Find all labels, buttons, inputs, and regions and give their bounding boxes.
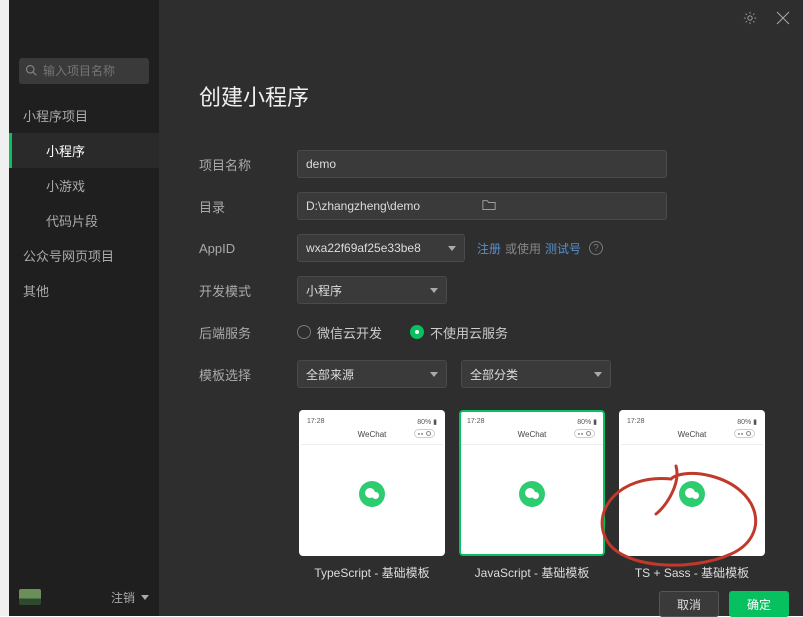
wechat-logo-icon — [359, 481, 385, 507]
sidebar-item-minigame[interactable]: 小游戏 — [9, 168, 159, 203]
chevron-down-icon — [430, 288, 438, 293]
directory-value: D:\zhangzheng\demo — [306, 199, 482, 213]
template-list: 17:2880% ▮ WeChat TypeScript - 基础模板 17:2… — [299, 410, 773, 581]
template-caption: TypeScript - 基础模板 — [299, 564, 445, 581]
gear-icon[interactable] — [743, 11, 757, 28]
label-directory: 目录 — [199, 197, 297, 216]
nav-header-official-account[interactable]: 公众号网页项目 — [9, 238, 159, 273]
label-dev-mode: 开发模式 — [199, 281, 297, 300]
nav-header-miniprogram-project[interactable]: 小程序项目 — [9, 98, 159, 133]
directory-input[interactable]: D:\zhangzheng\demo — [297, 192, 667, 220]
sidebar-item-snippet[interactable]: 代码片段 — [9, 203, 159, 238]
template-source-value: 全部来源 — [306, 366, 354, 383]
wechat-logo-icon — [679, 481, 705, 507]
template-source-select[interactable]: 全部来源 — [297, 360, 447, 388]
template-card-ts-sass[interactable]: 17:2880% ▮ WeChat TS + Sass - 基础模板 — [619, 410, 765, 581]
template-card-javascript[interactable]: 17:2880% ▮ WeChat JavaScript - 基础模板 — [459, 410, 605, 581]
register-link[interactable]: 注册 — [477, 240, 501, 257]
template-caption: JavaScript - 基础模板 — [459, 564, 605, 581]
template-card-typescript[interactable]: 17:2880% ▮ WeChat TypeScript - 基础模板 — [299, 410, 445, 581]
folder-icon[interactable] — [482, 198, 658, 215]
label-appid: AppID — [199, 241, 297, 256]
close-icon[interactable] — [775, 10, 791, 29]
appid-select[interactable]: wxa22f69af25e33be8 — [297, 234, 465, 262]
avatar[interactable] — [19, 589, 41, 605]
search-input[interactable] — [43, 64, 143, 78]
preview-title: WeChat — [518, 430, 547, 439]
search-icon — [25, 64, 43, 79]
template-caption: TS + Sass - 基础模板 — [619, 564, 765, 581]
chevron-down-icon — [141, 595, 149, 600]
search-box[interactable] — [19, 58, 149, 84]
help-icon[interactable]: ? — [589, 241, 603, 255]
preview-title: WeChat — [358, 430, 387, 439]
main: 创建小程序 项目名称 目录 D:\zhangzheng\demo — [159, 0, 803, 616]
sidebar: 小程序项目 小程序 小游戏 代码片段 公众号网页项目 其他 注销 — [9, 0, 159, 616]
chevron-down-icon — [594, 372, 602, 377]
sidebar-item-miniprogram[interactable]: 小程序 — [9, 133, 159, 168]
dev-mode-select[interactable]: 小程序 — [297, 276, 447, 304]
dev-mode-value: 小程序 — [306, 282, 342, 299]
confirm-button[interactable]: 确定 — [729, 591, 789, 617]
label-backend: 后端服务 — [199, 323, 297, 342]
radio-no-cloud-label: 不使用云服务 — [430, 323, 508, 342]
radio-cloud-label: 微信云开发 — [317, 323, 382, 342]
test-account-link[interactable]: 测试号 — [545, 240, 581, 257]
label-project-name: 项目名称 — [199, 155, 297, 174]
project-name-input[interactable] — [297, 150, 667, 178]
page-title: 创建小程序 — [199, 80, 773, 112]
radio-no-cloud[interactable]: 不使用云服务 — [410, 323, 508, 342]
appid-value: wxa22f69af25e33be8 — [306, 241, 421, 255]
template-category-value: 全部分类 — [470, 366, 518, 383]
label-template: 模板选择 — [199, 365, 297, 384]
or-use-text: 或使用 — [505, 240, 541, 257]
wechat-logo-icon — [519, 481, 545, 507]
preview-title: WeChat — [678, 430, 707, 439]
chevron-down-icon — [448, 246, 456, 251]
radio-dot-icon — [297, 325, 311, 339]
nav-header-other[interactable]: 其他 — [9, 273, 159, 308]
radio-dot-icon — [410, 325, 424, 339]
template-category-select[interactable]: 全部分类 — [461, 360, 611, 388]
logout-label: 注销 — [111, 589, 135, 606]
chevron-down-icon — [430, 372, 438, 377]
cancel-button[interactable]: 取消 — [659, 591, 719, 617]
logout-button[interactable]: 注销 — [111, 589, 149, 606]
radio-cloud[interactable]: 微信云开发 — [297, 323, 382, 342]
